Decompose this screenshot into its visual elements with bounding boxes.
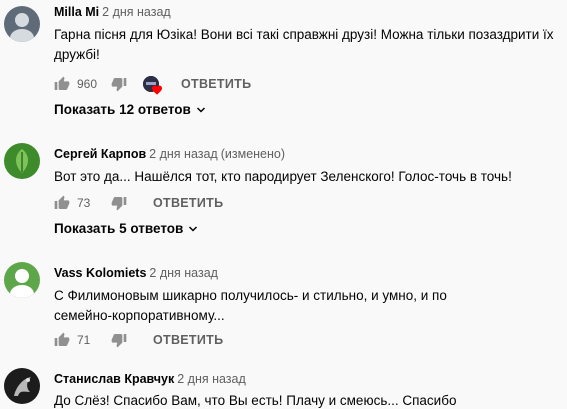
avatar[interactable] [4,6,40,42]
comment-time[interactable]: 2 дня назад [177,372,246,386]
reply-button[interactable]: ОТВЕТИТЬ [181,77,251,91]
comment-text: С Филимоновым шикарно получилось- и стил… [54,288,447,323]
author-name[interactable]: Milla Mi [54,5,99,19]
show-replies-button[interactable]: Показать 5 ответов [54,221,199,236]
author-name[interactable]: Станислав Кравчук [54,372,174,386]
comment-time[interactable]: 2 дня назад [102,5,171,19]
thumb-down-icon[interactable] [111,76,127,92]
like-count: 960 [77,77,98,91]
thumb-up-icon[interactable] [54,195,70,211]
thumb-down-icon[interactable] [111,195,127,211]
avatar[interactable] [4,368,40,404]
thumb-down-icon[interactable] [111,332,127,348]
like-count: 71 [77,333,91,347]
creator-heart-icon [143,75,165,95]
chevron-down-icon [196,106,205,113]
show-replies-label: Показать 5 ответов [54,221,184,236]
author-name[interactable]: Vass Kolomiets [54,266,146,280]
comment-text: Гарна пісня для Юзіка! Вони всі такі спр… [54,27,554,62]
comment-time[interactable]: 2 дня назад [149,147,218,161]
comment-text: До Слёз! Спасибо Вам, что Вы есть! Плачу… [54,393,457,408]
like-count: 73 [77,196,91,210]
chevron-down-icon [189,225,198,232]
comment-time[interactable]: 2 дня назад [149,266,218,280]
edited-label: (изменено) [220,147,286,161]
thumb-up-icon[interactable] [54,332,70,348]
reply-button[interactable]: ОТВЕТИТЬ [153,333,223,347]
thumb-up-icon[interactable] [54,76,70,92]
avatar[interactable] [4,143,40,179]
show-replies-button[interactable]: Показать 12 ответов [54,102,207,117]
avatar[interactable] [4,262,40,298]
author-name[interactable]: Сергей Карпов [54,147,146,161]
reply-button[interactable]: ОТВЕТИТЬ [153,196,223,210]
show-replies-label: Показать 12 ответов [54,102,191,117]
comment-text: Вот это да... Нашёлся тот, кто пародируе… [54,169,512,184]
